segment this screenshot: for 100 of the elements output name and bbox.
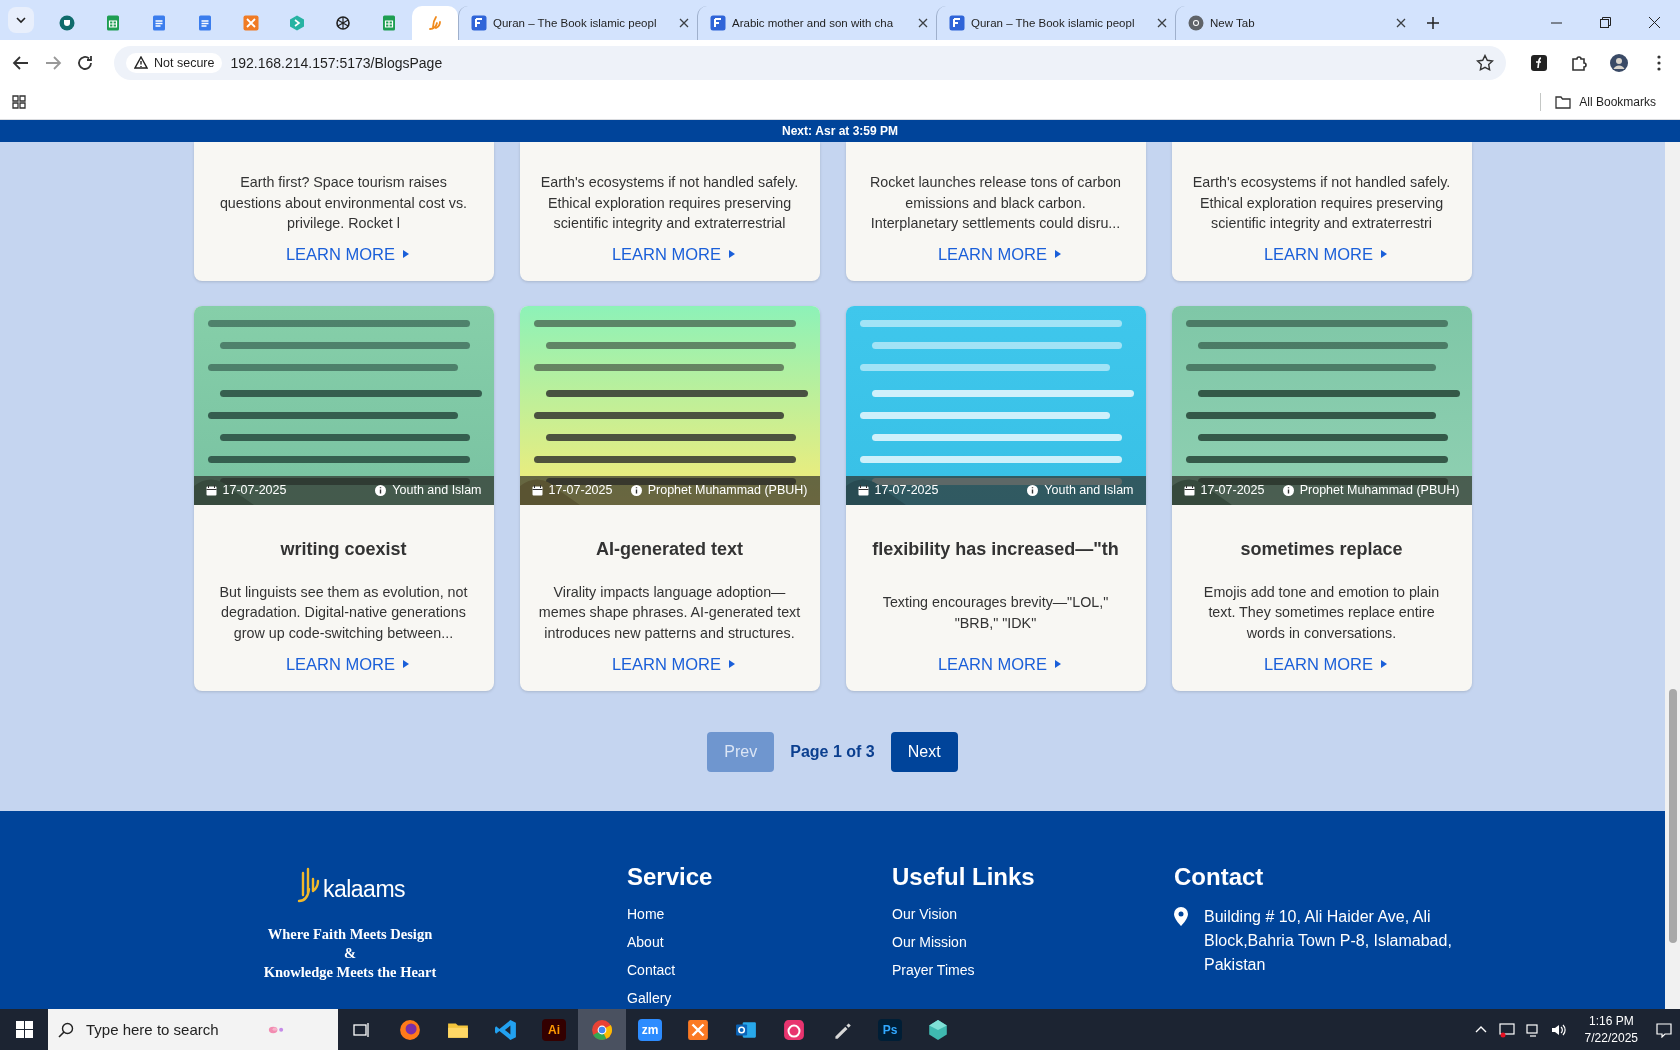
- category-text: Youth and Islam: [392, 483, 482, 497]
- notification-icon[interactable]: [1656, 1021, 1672, 1038]
- card-title: flexibility has increased—"th: [872, 538, 1119, 560]
- document-icon: [197, 15, 213, 31]
- forward-arrow-icon[interactable]: [44, 53, 62, 72]
- footer-link[interactable]: Gallery: [627, 988, 892, 1007]
- extension-icon[interactable]: [1530, 53, 1548, 72]
- chevron-down-icon: [16, 15, 26, 25]
- learn-more-link[interactable]: LEARN MORE: [929, 654, 1062, 674]
- date-text: 17-07-2025: [874, 483, 939, 497]
- windows-logo-icon[interactable]: [15, 1021, 33, 1038]
- footer-link[interactable]: Prayer Times: [892, 960, 1174, 979]
- folder-icon: [1555, 95, 1572, 109]
- address-text: Building # 10, Ali Haider Ave, Ali Block,Bahria Town P-8, Islamabad, Pakistan: [1204, 906, 1453, 975]
- calligraphy-icon: [427, 15, 443, 31]
- caret-icon: [729, 250, 736, 258]
- footer-link[interactable]: Contact: [627, 960, 892, 979]
- category-text: Prophet Muhammad (PBUH): [647, 483, 808, 497]
- new-tab-icon[interactable]: [1426, 16, 1440, 30]
- footer-link[interactable]: Our Vision: [892, 904, 1174, 923]
- restore-icon[interactable]: [1600, 17, 1611, 28]
- learn-more-link[interactable]: LEARN MORE: [603, 244, 736, 264]
- clock-date[interactable]: 7/22/2025: [1584, 1029, 1638, 1047]
- caret-icon: [1381, 250, 1388, 258]
- card-description: Rocket launches release tons of carbon emissions and black carbon. Interplanetary settlements could disru...: [868, 173, 1123, 233]
- address-bar[interactable]: Not secure 192.168.214.157:5173/BlogsPage: [114, 45, 1506, 80]
- gem-icon: [927, 1018, 949, 1041]
- category-text: Prophet Muhammad (PBUH): [1299, 483, 1460, 497]
- apps-grid-icon[interactable]: [12, 95, 26, 109]
- monitor-icon[interactable]: [1498, 1021, 1515, 1038]
- learn-more-link[interactable]: LEARN MORE: [1255, 654, 1388, 674]
- caret-icon: [403, 660, 410, 668]
- all-bookmarks-button[interactable]: All Bookmarks: [1555, 95, 1668, 109]
- info-icon: [630, 484, 642, 496]
- tagline-text: Knowledge Meets the Heart: [263, 963, 437, 981]
- app-icon: [243, 15, 259, 31]
- caret-icon: [1055, 250, 1062, 258]
- category-text: Youth and Islam: [1044, 483, 1134, 497]
- info-icon: [375, 484, 387, 496]
- info-icon: [1282, 484, 1294, 496]
- search-icon: [58, 1021, 74, 1038]
- card-title: AI-generated text: [595, 538, 743, 560]
- date-text: 17-07-2025: [222, 483, 287, 497]
- footer-link[interactable]: Our Mission: [892, 932, 1174, 951]
- card-description: Earth's ecosystems if not handled safely. Ethical exploration requires preserving scientific integrity and extraterrestrial: [539, 173, 800, 233]
- caret-icon: [403, 250, 410, 258]
- learn-more-link[interactable]: LEARN MORE: [603, 654, 736, 674]
- next-button[interactable]: Next: [890, 731, 958, 772]
- star-icon[interactable]: [1476, 53, 1494, 72]
- swirl-icon: [335, 15, 351, 31]
- browser-icon: [399, 1018, 421, 1041]
- avatar-icon[interactable]: [1610, 53, 1628, 72]
- taskbar-app[interactable]: Ai: [542, 1018, 566, 1041]
- footer-link[interactable]: About: [627, 932, 892, 951]
- logo-text: kalaams: [322, 875, 406, 903]
- info-icon: [1027, 484, 1039, 496]
- caret-icon: [1381, 660, 1388, 668]
- puzzle-icon[interactable]: [1570, 53, 1588, 72]
- scrollbar-thumb[interactable]: [1668, 689, 1677, 943]
- learn-more-link[interactable]: LEARN MORE: [277, 244, 410, 264]
- calendar-icon: [531, 484, 543, 496]
- search-bar[interactable]: Type here to search: [48, 1009, 338, 1050]
- spreadsheet-icon: [105, 15, 121, 31]
- gem-icon: [289, 15, 305, 31]
- security-chip[interactable]: Not secure: [126, 52, 223, 73]
- close-icon[interactable]: [1649, 17, 1660, 28]
- prayer-time-text: Next: Asr at 3:59 PM: [781, 124, 899, 138]
- caret-icon: [1055, 660, 1062, 668]
- caret-icon: [729, 660, 736, 668]
- card-description: Virality impacts language adoption—memes shape phrases. AI-generated text introduces new patterns and structures.: [538, 582, 801, 643]
- app-icon: [687, 1018, 709, 1041]
- tab-search-button[interactable]: [8, 7, 34, 33]
- card-description: Emojis add tone and emotion to plain text. They sometimes replace entire words in conversations.: [1202, 582, 1441, 643]
- tagline-text: &: [343, 944, 357, 962]
- network-icon[interactable]: [1524, 1021, 1541, 1038]
- browser-icon: [1188, 15, 1204, 31]
- clock-time[interactable]: 1:16 PM: [1588, 1012, 1634, 1030]
- spreadsheet-icon: [381, 15, 397, 31]
- search-field[interactable]: Type here to search: [84, 1020, 258, 1039]
- calendar-icon: [857, 484, 869, 496]
- task-view-icon[interactable]: [353, 1021, 371, 1038]
- back-arrow-icon[interactable]: [12, 53, 30, 72]
- date-text: 17-07-2025: [1200, 483, 1265, 497]
- reload-icon[interactable]: [76, 53, 94, 72]
- date-text: 17-07-2025: [548, 483, 613, 497]
- learn-more-link[interactable]: LEARN MORE: [1255, 244, 1388, 264]
- footer-link[interactable]: Home: [627, 904, 892, 923]
- card-description: Earth first? Space tourism raises questions about environmental cost vs. privilege. Rocket l: [218, 173, 469, 233]
- learn-more-link[interactable]: LEARN MORE: [277, 654, 410, 674]
- card-description: Earth's ecosystems if not handled safely. Ethical exploration requires preserving scientific integrity and extraterrestri: [1191, 173, 1452, 233]
- close-icon[interactable]: [679, 18, 689, 28]
- close-icon[interactable]: [918, 18, 928, 28]
- tagline-text: Where Faith Meets Design: [267, 925, 433, 943]
- close-icon[interactable]: [1396, 18, 1406, 28]
- learn-more-link[interactable]: LEARN MORE: [929, 244, 1062, 264]
- taskbar-app[interactable]: Ps: [878, 1018, 902, 1041]
- form-icon: [471, 15, 487, 31]
- card-title: writing coexist: [280, 538, 407, 560]
- calendar-icon: [1183, 484, 1195, 496]
- close-icon[interactable]: [1157, 18, 1167, 28]
